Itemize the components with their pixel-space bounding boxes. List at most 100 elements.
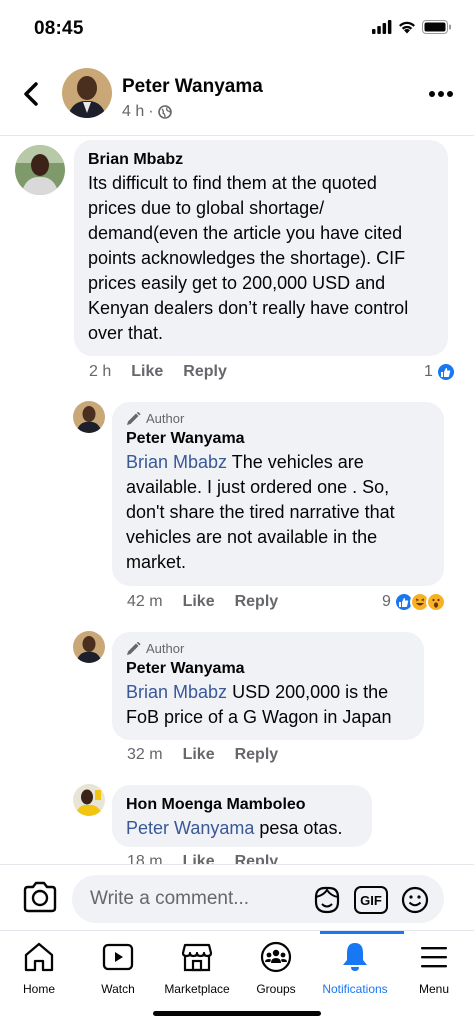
home-icon [24,942,54,972]
comment-line: vehicles are not available in the [126,527,378,547]
gif-button[interactable]: GIF [354,886,388,914]
wow-reaction-icon [425,592,446,612]
meta-dot: · [148,103,154,120]
author-badge: Author [126,411,431,426]
tab-notifications[interactable]: Notifications [310,941,400,996]
marketplace-icon [181,943,213,972]
comment-placeholder: Write a comment... [90,888,250,909]
comment-text: Its difficult to find them at the quoted… [88,171,435,346]
tab-home[interactable]: Home [0,941,84,996]
comment-bubble[interactable]: Author Peter Wanyama Brian Mbabz USD 200… [112,632,424,740]
pencil-icon [127,411,141,425]
comment-bubble[interactable]: Brian Mbabz Its difficult to find them a… [74,140,448,356]
tab-groups[interactable]: Groups [231,941,321,996]
status-bar: 08:45 [0,0,474,54]
comment-line: demand(even the article you have cited [88,223,403,243]
tab-marketplace[interactable]: Marketplace [152,941,242,996]
reply-button[interactable]: Reply [183,363,227,381]
comment-line: Brian Mbabz USD 200,000 is the [126,680,411,705]
comment-bubble[interactable]: Hon Moenga Mamboleo Peter Wanyama pesa o… [112,785,372,847]
comment-text: Brian Mbabz The vehicles are available. … [126,450,431,575]
commenter-avatar[interactable] [15,145,65,195]
like-reaction-icon [435,362,456,382]
tab-label: Notifications [322,982,388,996]
more-options-icon[interactable] [428,90,454,98]
mention-link[interactable]: Brian Mbabz [126,452,227,472]
comment-time: 32 m [127,746,163,763]
wifi-icon [399,21,415,34]
post-author-name[interactable]: Peter Wanyama [122,76,263,98]
status-icons [372,20,452,34]
pencil-icon [127,641,141,655]
commenter-avatar[interactable] [73,784,105,816]
watch-icon [102,943,134,971]
comment-actions: 32 m Like Reply [127,746,278,764]
reaction-summary[interactable]: 9 [382,592,446,612]
comment-line: don't share the tired narrative that [126,502,395,522]
active-tab-indicator [320,931,404,934]
reaction-count: 9 [382,593,391,610]
post-meta: 4 h · [122,103,172,121]
mention-link[interactable]: Peter Wanyama [126,818,254,838]
comment-line: Peter Wanyama pesa otas. [126,816,359,841]
comment-line: FoB price of a G Wagon in Japan [126,707,392,727]
tab-watch[interactable]: Watch [73,941,163,996]
comment-text: Peter Wanyama pesa otas. [126,816,359,841]
signal-icon [372,20,392,34]
reply-button[interactable]: Reply [235,746,279,764]
comment-line: available. I just ordered one . So, [126,477,390,497]
comment-line: market. [126,552,187,572]
battery-icon [422,20,451,34]
emoji-icon[interactable] [400,885,430,915]
comment-line: prices due to global shortage/ [88,198,325,218]
comment-bubble[interactable]: Author Peter Wanyama Brian Mbabz The veh… [112,402,444,586]
comment-input[interactable]: Write a comment... GIF [72,875,444,923]
reaction-summary[interactable]: 1 [424,362,456,382]
bell-icon [343,943,367,971]
author-badge-label: Author [146,641,185,656]
comment-line-text: USD 200,000 is the [227,682,389,702]
back-arrow-icon[interactable] [18,78,46,110]
comment-time: 42 m [127,593,163,610]
like-button[interactable]: Like [183,746,215,764]
status-time: 08:45 [34,18,84,39]
commenter-avatar[interactable] [73,631,105,663]
globe-icon [157,105,172,119]
groups-icon [260,941,292,973]
comment-line: over that. [88,323,164,343]
commenter-name[interactable]: Peter Wanyama [126,658,411,680]
comment-line: Brian Mbabz The vehicles are [126,450,431,475]
like-button[interactable]: Like [183,593,215,611]
author-badge-label: Author [146,411,185,426]
composer-icons: GIF [312,885,430,915]
home-indicator[interactable] [153,1011,321,1016]
avatar-sticker-icon[interactable] [312,885,342,915]
tab-label: Groups [256,982,296,996]
tab-label: Watch [101,982,135,996]
comment-line-text: pesa otas. [254,818,343,838]
tab-menu[interactable]: Menu [389,941,474,996]
comment-line: Kenyan dealers don’t really have control [88,298,409,318]
mention-link[interactable]: Brian Mbabz [126,682,227,702]
like-button[interactable]: Like [131,363,163,381]
post-age: 4 h [122,103,145,120]
comment-line: Its difficult to find them at the quoted [88,173,377,193]
commenter-name[interactable]: Peter Wanyama [126,428,431,450]
commenter-avatar[interactable] [73,401,105,433]
reply-button[interactable]: Reply [235,593,279,611]
comment-line: points acknowledges the shortage). CIF [88,248,406,268]
comment-line: prices easily get to 200,000 USD and [88,273,386,293]
author-avatar[interactable] [62,68,112,118]
camera-icon[interactable] [22,881,58,913]
tab-label: Home [22,982,55,996]
tab-label: Menu [418,982,450,996]
commenter-name[interactable]: Brian Mbabz [88,149,435,171]
comment-time: 2 h [89,363,112,380]
comment-text: Brian Mbabz USD 200,000 is the FoB price… [126,680,411,730]
comment-actions: 2 h Like Reply [89,363,227,381]
post-header: Peter Wanyama 4 h · [0,60,474,136]
comment-line-text: The vehicles are [227,452,364,472]
author-badge: Author [126,641,411,656]
commenter-name[interactable]: Hon Moenga Mamboleo [126,794,359,816]
comment-actions: 42 m Like Reply [127,593,278,611]
